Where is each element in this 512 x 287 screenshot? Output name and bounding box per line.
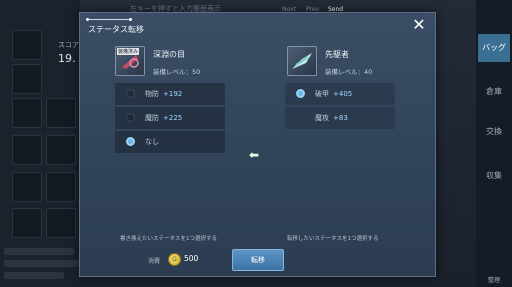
target-item-level: 装備レベル：40	[325, 68, 373, 76]
source-item-name: 深淵の目	[153, 50, 185, 59]
tab-exchange[interactable]: 交換	[478, 126, 510, 137]
inventory-slot[interactable]	[12, 135, 42, 165]
source-item-icon: 装備済み	[115, 46, 145, 76]
inventory-slot[interactable]	[12, 98, 42, 128]
radio-button[interactable]	[126, 89, 135, 98]
close-icon[interactable]: ✕	[411, 17, 427, 33]
tab-storage[interactable]: 倉庫	[478, 86, 510, 97]
arrow-left-icon: ⬅	[249, 148, 260, 162]
stat-label: 魔防 +225	[145, 114, 183, 122]
source-item-level: 装備レベル：50	[153, 68, 201, 76]
inventory-slot[interactable]	[12, 208, 42, 238]
radio-button-selected[interactable]	[296, 89, 305, 98]
tab-collect[interactable]: 収集	[478, 170, 510, 181]
stat-label: 破甲 +405	[315, 90, 353, 98]
side-tabs: バッグ 倉庫 交換 収集 整理	[476, 0, 512, 287]
tab-bag[interactable]: バッグ	[478, 34, 510, 62]
target-hint: 転移したいステータスを1つ選択する	[287, 236, 379, 242]
source-hint: 書き換えたいステータスを1つ選択する	[120, 236, 218, 242]
inventory-slot[interactable]	[46, 98, 76, 128]
source-stat-row[interactable]: 魔防 +225	[115, 107, 225, 129]
source-stat-row[interactable]: 物防 +192	[115, 83, 225, 105]
status-transfer-dialog: ステータス転移 ✕ 装備済み 深淵の目 装備レベル：50 物防 +192 魔防 +2…	[79, 12, 436, 277]
target-item-art	[292, 53, 312, 69]
stat-label: 物防 +192	[145, 90, 183, 98]
radio-button-selected[interactable]	[126, 137, 135, 146]
target-stat-row[interactable]: 破甲 +405	[285, 83, 395, 105]
stat-label: 魔攻 +83	[315, 114, 348, 122]
tab-sort[interactable]: 整理	[478, 275, 510, 284]
target-item-icon	[287, 46, 317, 76]
coin-icon: G	[168, 253, 181, 266]
cost-label: 消費	[148, 258, 161, 265]
cost-value: 500	[184, 254, 199, 263]
title-decoration	[86, 17, 132, 21]
inventory-slot[interactable]	[46, 172, 76, 202]
inventory-slot[interactable]	[12, 64, 42, 94]
target-stat-row[interactable]: 魔攻 +83	[285, 107, 395, 129]
blurred-text	[4, 272, 64, 279]
transfer-button[interactable]: 転移	[232, 249, 284, 271]
dialog-title: ステータス転移	[88, 25, 144, 34]
target-item-name: 先駆者	[325, 50, 349, 59]
radio-button[interactable]	[126, 113, 135, 122]
blurred-text	[4, 248, 74, 255]
inventory-slot[interactable]	[12, 30, 42, 60]
score-value: 19.	[58, 52, 76, 65]
inventory-slot[interactable]	[46, 135, 76, 165]
score-label: スコア	[58, 41, 79, 49]
stat-label: なし	[145, 138, 159, 146]
source-stat-row[interactable]: なし	[115, 131, 225, 153]
inventory-slot[interactable]	[46, 208, 76, 238]
inventory-slot[interactable]	[12, 172, 42, 202]
source-item-art	[122, 55, 139, 69]
